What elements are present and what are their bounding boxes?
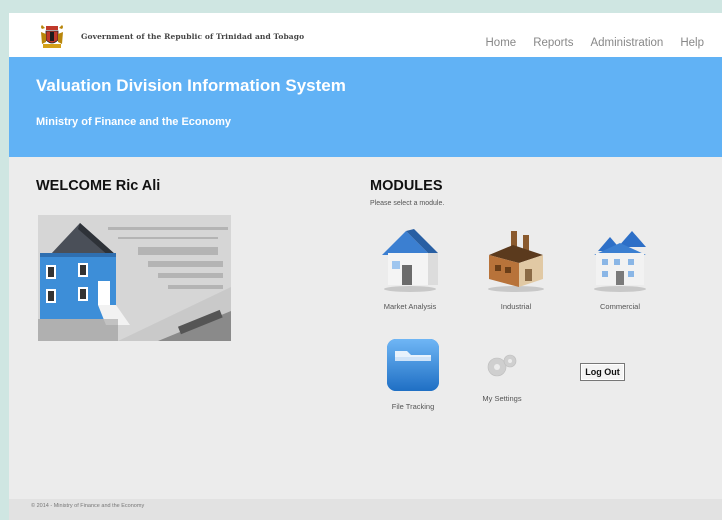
- modules-instruction: Please select a module.: [370, 200, 445, 207]
- module-label: Market Analysis: [383, 302, 437, 311]
- coat-of-arms-icon: [41, 25, 63, 48]
- module-label: Industrial: [500, 302, 532, 311]
- folder-icon: [387, 339, 439, 391]
- module-label: My Settings: [482, 394, 522, 403]
- nav-administration-link[interactable]: Administration: [590, 37, 663, 49]
- nav-reports-link[interactable]: Reports: [533, 37, 573, 49]
- government-name: Government of the Republic of Trinidad a…: [81, 32, 305, 41]
- module-label: File Tracking: [391, 402, 435, 411]
- log-out-button[interactable]: Log Out: [580, 363, 625, 381]
- module-file-tracking[interactable]: File Tracking: [379, 337, 447, 411]
- gear-icon: [487, 354, 517, 377]
- module-label: Commercial: [599, 302, 640, 311]
- footer-copyright: © 2014 - Ministry of Finance and the Eco…: [31, 503, 145, 509]
- building-icon: [594, 231, 646, 292]
- house-icon: [382, 229, 438, 292]
- ministry-name: Ministry of Finance and the Economy: [36, 116, 231, 128]
- nav-home-link[interactable]: Home: [486, 37, 517, 49]
- nav-help-link[interactable]: Help: [680, 37, 704, 49]
- house-photo: [38, 215, 231, 341]
- module-my-settings[interactable]: My Settings: [471, 349, 533, 403]
- top-bar: Government of the Republic of Trinidad a…: [9, 13, 722, 57]
- module-commercial[interactable]: Commercial: [585, 225, 655, 311]
- module-industrial[interactable]: Industrial: [481, 229, 551, 311]
- banner: Valuation Division Information System Mi…: [9, 57, 722, 157]
- footer: © 2014 - Ministry of Finance and the Eco…: [9, 499, 722, 520]
- welcome-heading: WELCOME Ric Ali: [36, 178, 161, 194]
- module-market-analysis[interactable]: Market Analysis: [375, 225, 445, 311]
- main-nav: Home Reports Administration Help: [469, 37, 705, 49]
- page: Government of the Republic of Trinidad a…: [9, 13, 722, 520]
- modules-heading: MODULES: [370, 178, 443, 194]
- app-title: Valuation Division Information System: [36, 76, 346, 95]
- factory-icon: [488, 231, 544, 292]
